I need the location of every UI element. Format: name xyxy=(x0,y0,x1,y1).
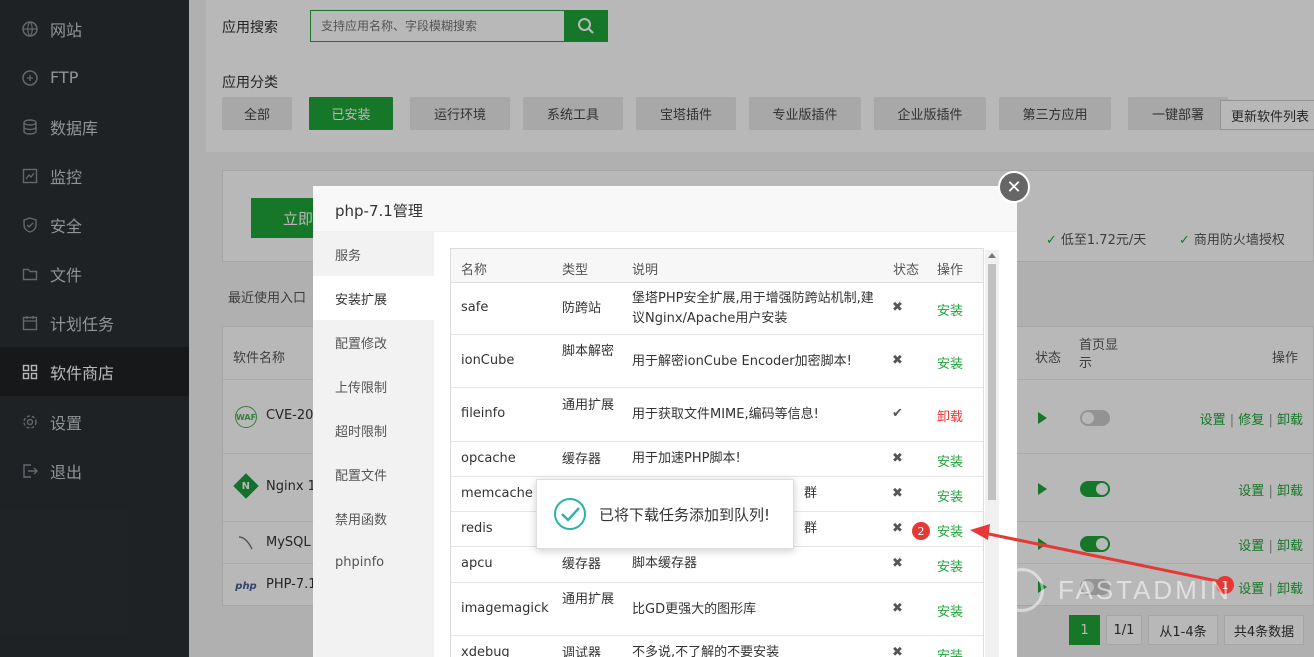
ext-type: 缓存器 xyxy=(562,452,602,467)
column-header-op: 操作 xyxy=(937,263,964,278)
column-header-name: 名称 xyxy=(461,263,488,278)
table-row: ionCube 脚本解密 用于解密ionCube Encoder加密脚本! ✖ … xyxy=(451,335,983,388)
table-row: imagemagick 通用扩展 比GD更强大的图形库 ✖ 安装 xyxy=(451,583,983,636)
extension-table: 名称 类型 说明 状态 操作 safe 防跨站 堡塔PHP安全扩展,用于增强防跨… xyxy=(450,248,984,657)
ext-name: opcache xyxy=(461,451,516,466)
close-icon: ✖ xyxy=(892,300,903,315)
install-link[interactable]: 安装 xyxy=(937,645,963,657)
ext-desc: 用于解密ionCube Encoder加密脚本! xyxy=(632,354,852,369)
close-icon: ✖ xyxy=(892,556,903,571)
close-icon: ✖ xyxy=(892,451,903,466)
ext-name: safe xyxy=(461,300,489,315)
toast-message: 已将下载任务添加到队列! xyxy=(599,505,771,524)
ext-type: 防跨站 xyxy=(562,301,602,316)
scroll-up-arrow-icon[interactable] xyxy=(988,253,996,258)
column-header-type: 类型 xyxy=(562,263,589,278)
table-row: xdebug 调试器 不多说,不了解的不要安装 ✖ 安装 xyxy=(451,636,983,657)
install-link[interactable]: 安装 xyxy=(937,300,963,319)
extension-table-header: 名称 类型 说明 状态 操作 xyxy=(451,249,983,283)
annotation-badge-2: 2 xyxy=(912,522,930,540)
modal-close-button[interactable]: ✕ xyxy=(998,171,1030,203)
ext-name: ionCube xyxy=(461,353,515,368)
ext-type: 缓存器 xyxy=(562,557,602,572)
table-row: opcache 缓存器 用于加速PHP脚本! ✖ 安装 xyxy=(451,442,983,477)
close-icon: ✖ xyxy=(892,601,903,616)
install-link[interactable]: 安装 xyxy=(937,451,963,470)
success-check-icon xyxy=(554,498,586,530)
install-link[interactable]: 安装 xyxy=(937,601,963,620)
table-row: apcu 缓存器 脚本缓存器 ✖ 安装 xyxy=(451,547,983,583)
check-icon: ✔ xyxy=(892,406,903,421)
php-manage-modal: php-7.1管理 服务 安装扩展 配置修改 上传限制 超时限制 配置文件 禁用… xyxy=(313,186,1017,657)
fastadmin-logo-icon xyxy=(1000,568,1044,612)
column-header-state: 状态 xyxy=(893,263,920,278)
close-icon: ✖ xyxy=(892,486,903,501)
close-icon: ✖ xyxy=(892,521,903,536)
install-link[interactable]: 安装 xyxy=(937,486,963,505)
ext-type: 通用扩展 xyxy=(562,592,615,607)
watermark-text: FASTADMIN xyxy=(1058,574,1232,605)
ext-type: 通用扩展 xyxy=(562,398,615,413)
menu-item-service[interactable]: 服务 xyxy=(313,232,434,276)
scrollbar[interactable] xyxy=(985,250,999,657)
menu-item-upload-limit[interactable]: 上传限制 xyxy=(313,364,434,408)
menu-item-disabled-functions[interactable]: 禁用函数 xyxy=(313,496,434,540)
success-toast: 已将下载任务添加到队列! xyxy=(536,479,794,549)
ext-type: 调试器 xyxy=(562,646,602,657)
ext-desc: 脚本缓存器 xyxy=(632,556,698,571)
ext-name: apcu xyxy=(461,556,493,571)
ext-desc: 用于加速PHP脚本! xyxy=(632,451,741,466)
ext-desc: 堡塔PHP安全扩展,用于增强防跨站机制,建议Nginx/Apache用户安装 xyxy=(632,291,874,326)
menu-item-timeout-limit[interactable]: 超时限制 xyxy=(313,408,434,452)
menu-item-config-edit[interactable]: 配置修改 xyxy=(313,320,434,364)
install-link[interactable]: 安装 xyxy=(937,521,963,540)
ext-desc: 用于获取文件MIME,编码等信息! xyxy=(632,407,819,422)
close-icon: ✖ xyxy=(892,353,903,368)
install-link[interactable]: 安装 xyxy=(937,556,963,575)
ext-name: fileinfo xyxy=(461,406,506,421)
install-link[interactable]: 安装 xyxy=(937,353,963,372)
fastadmin-watermark: FASTADMIN xyxy=(1000,568,1232,612)
menu-item-phpinfo[interactable]: phpinfo xyxy=(313,540,434,584)
ext-type: 脚本解密 xyxy=(562,344,615,359)
ext-name: imagemagick xyxy=(461,601,549,616)
ext-name: redis xyxy=(461,521,493,536)
column-header-desc: 说明 xyxy=(632,263,659,278)
close-icon: ✖ xyxy=(892,645,903,657)
ext-name: xdebug xyxy=(461,645,510,657)
uninstall-link[interactable]: 卸载 xyxy=(937,406,963,425)
modal-title: php-7.1管理 xyxy=(313,186,1017,232)
close-icon: ✕ xyxy=(1006,176,1022,198)
modal-menu: 服务 安装扩展 配置修改 上传限制 超时限制 配置文件 禁用函数 phpinfo xyxy=(313,232,434,657)
table-row: fileinfo 通用扩展 用于获取文件MIME,编码等信息! ✔ 卸载 xyxy=(451,388,983,442)
ext-name: memcache xyxy=(461,486,533,501)
scroll-thumb[interactable] xyxy=(988,264,996,500)
menu-item-config-file[interactable]: 配置文件 xyxy=(313,452,434,496)
ext-desc: 不多说,不了解的不要安装 xyxy=(632,645,780,657)
ext-desc: 比GD更强大的图形库 xyxy=(632,602,757,617)
table-row: safe 防跨站 堡塔PHP安全扩展,用于增强防跨站机制,建议Nginx/Apa… xyxy=(451,283,983,335)
menu-item-install-extension[interactable]: 安装扩展 xyxy=(313,276,434,320)
